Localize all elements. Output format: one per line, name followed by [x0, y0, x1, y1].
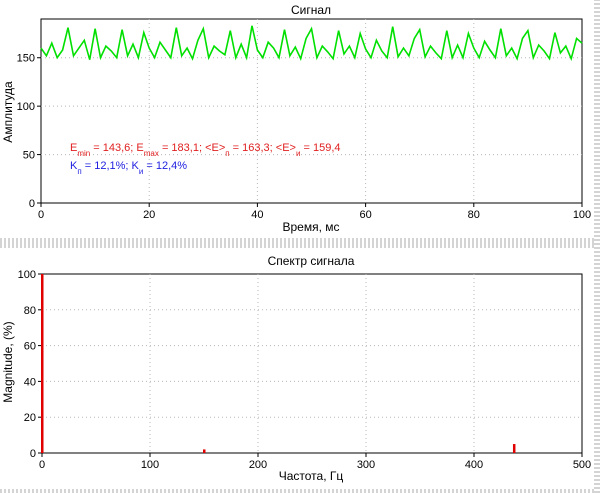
- spectrum-chart-title: Спектр сигнала: [268, 254, 355, 268]
- emin-sub: min: [77, 149, 90, 158]
- spectrum-chart: Спектр сигнала Magnitude, (%) Частота, Г…: [1, 254, 591, 483]
- ei-value: = 159,4: [300, 142, 340, 154]
- ep-value: = 163,3;: [230, 142, 276, 154]
- spectrum-y-tick-label: 40: [24, 376, 36, 388]
- spectrum-y-tick-label: 60: [24, 341, 36, 353]
- signal-x-tick-label: 80: [468, 209, 480, 221]
- signal-x-tick-label: 100: [573, 209, 591, 221]
- signal-y-tick-label: 150: [17, 53, 35, 65]
- spectrum-x-tick-label: 100: [141, 459, 159, 471]
- signal-plot-frame: [40, 18, 583, 204]
- emax-value: = 183,1;: [159, 142, 205, 154]
- spectrum-bar: [203, 449, 206, 453]
- spectrum-y-tick-label: 20: [24, 412, 36, 424]
- signal-y-tick-label: 50: [23, 150, 35, 162]
- spectrum-x-tick-label: 300: [357, 459, 375, 471]
- signal-x-tick-label: 40: [251, 209, 263, 221]
- spectrum-bar: [512, 444, 516, 453]
- panel-divider: [0, 238, 600, 248]
- signal-chart-title: Сигнал: [291, 3, 331, 17]
- signal-x-tick-label: 20: [143, 209, 155, 221]
- emin-value: = 143,6;: [90, 142, 136, 154]
- ki-value: = 12,4%: [143, 160, 187, 172]
- spectrum-y-axis-label: Magnitude, (%): [1, 321, 15, 402]
- spectrum-y-tick-label: 80: [24, 305, 36, 317]
- spectrum-x-tick-label: 500: [573, 459, 591, 471]
- spectrum-x-tick-label: 0: [39, 459, 45, 471]
- spectrum-y-tick-label: 0: [30, 448, 36, 460]
- signal-y-tick-label: 0: [29, 198, 35, 210]
- ep-label: <E>: [205, 142, 225, 154]
- ei-label: <E>: [276, 142, 296, 154]
- emax-sub: max: [144, 149, 159, 158]
- signal-y-tick-label: 100: [17, 101, 35, 113]
- emin-label: E: [70, 142, 77, 154]
- spectrum-x-tick-label: 200: [249, 459, 267, 471]
- signal-x-tick-label: 60: [359, 209, 371, 221]
- spectrum-y-tick-label: 100: [18, 269, 36, 281]
- kp-value: = 12,1%;: [82, 160, 132, 172]
- signal-x-tick-label: 0: [38, 209, 44, 221]
- signal-x-axis-label: Время, мс: [282, 220, 339, 234]
- spectrum-x-tick-label: 400: [465, 459, 483, 471]
- signal-y-axis-label: Амплитуда: [1, 81, 15, 143]
- spectrum-bar: [41, 274, 44, 453]
- spectrum-plot-frame: [41, 273, 583, 454]
- signal-chart: Сигнал Амплитуда Время, мс 0 20 40 60 80 100 0…: [1, 3, 591, 234]
- spectrum-x-axis-label: Частота, Гц: [279, 469, 344, 483]
- emax-label: E: [136, 142, 143, 154]
